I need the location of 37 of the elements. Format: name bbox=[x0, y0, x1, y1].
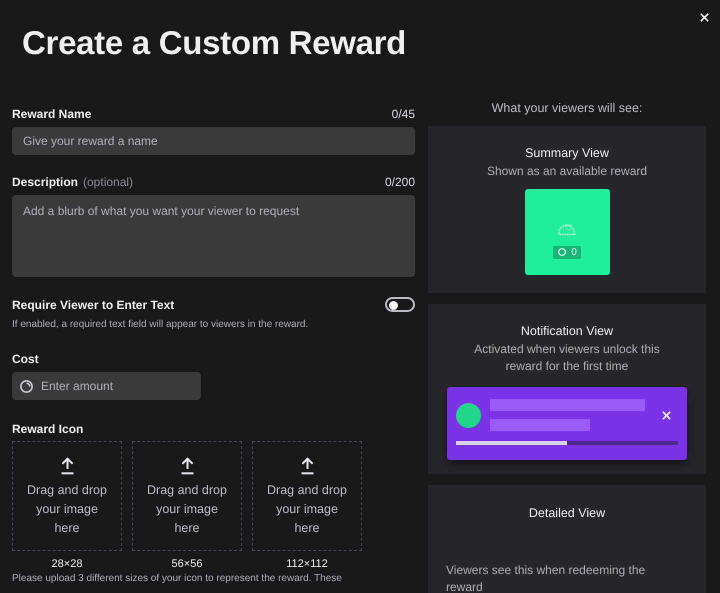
character-counter: 0/45 bbox=[392, 107, 415, 121]
preview-heading: What your viewers will see: bbox=[490, 101, 644, 115]
close-icon[interactable] bbox=[661, 410, 672, 420]
help-text: Please upload 3 different sizes of your icon to represent the reward. These bbox=[12, 573, 343, 584]
card-subtitle: Shown as an available reward bbox=[486, 163, 648, 180]
field-label: Require Viewer to Enter Text bbox=[12, 298, 174, 312]
close-icon[interactable] bbox=[699, 12, 710, 23]
description-field[interactable]: Add a blurb of what you want your viewer to request bbox=[12, 195, 415, 277]
size-label: 28×28 bbox=[52, 558, 82, 570]
card-subtitle: Activated when viewers unlock this reward for the first time bbox=[473, 341, 661, 375]
points-icon bbox=[19, 378, 34, 394]
card-title: Detailed View bbox=[528, 505, 606, 521]
image-drop-zone[interactable]: Drag and drop your image here bbox=[12, 441, 122, 551]
upload-icon bbox=[298, 456, 316, 475]
field-label: Cost bbox=[12, 352, 40, 366]
field-label: Reward Icon bbox=[12, 422, 84, 436]
card-title: Notification View bbox=[520, 324, 614, 338]
card-subtitle: Viewers see this when redeeming the reward bbox=[446, 562, 646, 593]
points-icon bbox=[557, 247, 568, 257]
upload-icon bbox=[58, 456, 76, 475]
reward-name-field[interactable]: Give your reward a name bbox=[12, 127, 415, 155]
point-count: 0 bbox=[571, 246, 577, 258]
size-label: 112×112 bbox=[286, 558, 328, 570]
image-drop-zone[interactable]: Drag and drop your image here bbox=[252, 441, 362, 551]
field-label: Reward Name bbox=[12, 107, 92, 121]
help-text: If enabled, a required text field will appear to viewers in the reward. bbox=[12, 319, 310, 330]
optional-hint: (optional) bbox=[83, 175, 134, 189]
card-title: Summary View bbox=[525, 146, 609, 160]
cost-field[interactable]: Enter amount bbox=[12, 372, 201, 400]
character-counter: 0/200 bbox=[384, 175, 415, 189]
toggle-switch[interactable] bbox=[385, 297, 415, 312]
window-title: Create a Custom Reward bbox=[22, 24, 406, 62]
size-label: 56×56 bbox=[172, 558, 202, 570]
image-drop-zone[interactable]: Drag and drop your image here bbox=[132, 441, 242, 551]
upload-icon bbox=[178, 456, 196, 475]
avatar-icon bbox=[456, 402, 481, 428]
field-label: Description bbox=[12, 175, 78, 189]
